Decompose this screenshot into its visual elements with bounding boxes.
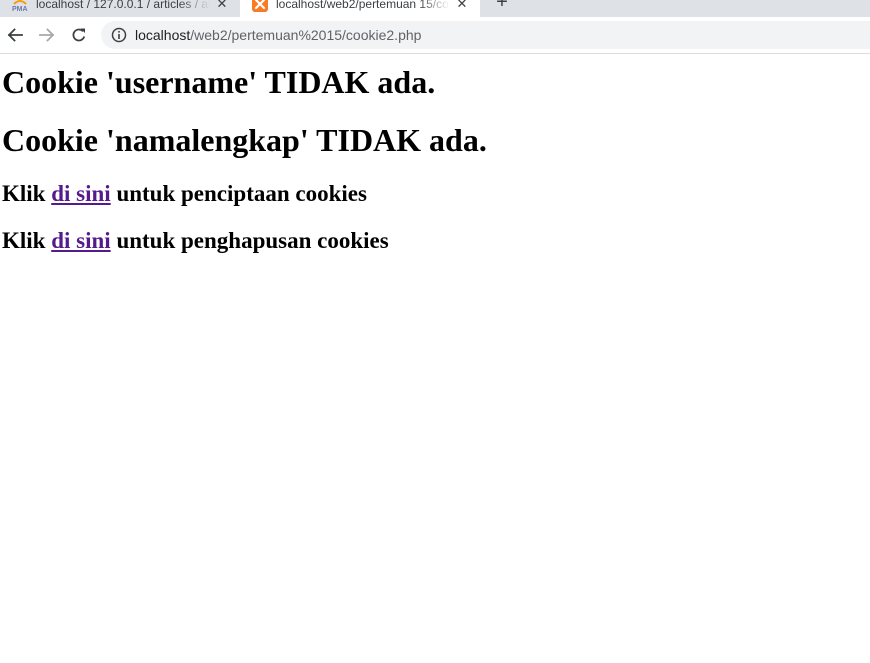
delete-cookies-link[interactable]: di sini bbox=[51, 228, 110, 253]
address-bar[interactable]: localhost/web2/pertemuan%2015/cookie2.ph… bbox=[101, 21, 870, 49]
info-icon[interactable] bbox=[111, 27, 127, 43]
tab-cookie2[interactable]: localhost/web2/pertemuan 15/cookie2.php … bbox=[240, 0, 480, 17]
delete-prefix: Klik bbox=[2, 228, 52, 253]
close-icon[interactable]: ✕ bbox=[214, 0, 230, 12]
reload-icon bbox=[72, 28, 86, 42]
tab-title: localhost / 127.0.0.1 / articles / artic… bbox=[36, 0, 210, 11]
new-tab-button[interactable]: + bbox=[492, 0, 512, 13]
browser-toolbar: localhost/web2/pertemuan%2015/cookie2.ph… bbox=[0, 17, 870, 54]
heading-namalengkap-status: Cookie 'namalengkap' TIDAK ada. bbox=[2, 122, 487, 158]
heading-username-status: Cookie 'username' TIDAK ada. bbox=[2, 64, 436, 100]
svg-text:PMA: PMA bbox=[12, 6, 28, 12]
xampp-icon bbox=[252, 0, 268, 12]
create-cookies-line: Klik di sini untuk penciptaan cookies bbox=[2, 182, 367, 205]
forward-arrow-icon bbox=[39, 28, 55, 42]
url-path: /web2/pertemuan%2015/cookie2.php bbox=[190, 27, 422, 43]
phpmyadmin-icon: PMA bbox=[12, 0, 28, 12]
delete-cookies-line: Klik di sini untuk penghapusan cookies bbox=[2, 229, 389, 252]
tab-strip: PMA localhost / 127.0.0.1 / articles / a… bbox=[0, 0, 870, 17]
close-icon[interactable]: ✕ bbox=[454, 0, 470, 12]
tab-phpmyadmin[interactable]: PMA localhost / 127.0.0.1 / articles / a… bbox=[0, 0, 240, 17]
delete-suffix: untuk penghapusan cookies bbox=[110, 228, 389, 253]
back-arrow-icon bbox=[7, 28, 23, 42]
forward-button[interactable] bbox=[33, 21, 61, 49]
url-host: localhost bbox=[135, 27, 191, 43]
tab-title: localhost/web2/pertemuan 15/cookie2.php bbox=[276, 0, 450, 11]
create-cookies-link[interactable]: di sini bbox=[51, 181, 110, 206]
create-suffix: untuk penciptaan cookies bbox=[110, 181, 367, 206]
create-prefix: Klik bbox=[2, 181, 52, 206]
reload-button[interactable] bbox=[65, 21, 93, 49]
back-button[interactable] bbox=[1, 21, 29, 49]
url-text: localhost/web2/pertemuan%2015/cookie2.ph… bbox=[135, 27, 421, 43]
